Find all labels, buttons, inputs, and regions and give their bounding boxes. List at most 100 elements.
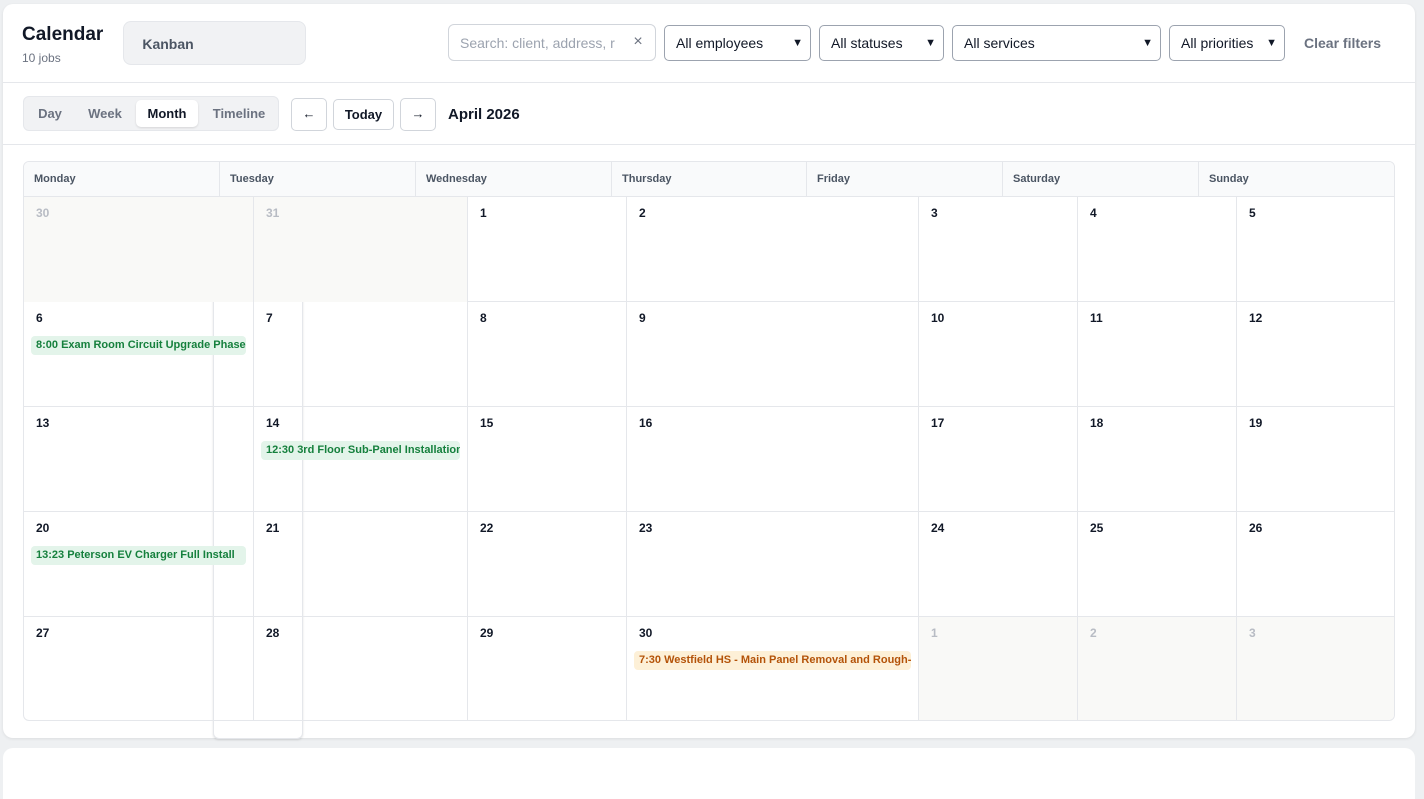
calendar-day-cell[interactable]: 2 (1078, 617, 1237, 720)
next-period-button[interactable]: → (400, 98, 436, 131)
calendar-day-cell[interactable]: 26 (1237, 512, 1394, 617)
day-number: 10 (931, 311, 945, 325)
day-number: 4 (1090, 206, 1097, 220)
calendar-panel: Calendar 10 jobs Kanban Calendar × All e… (3, 4, 1415, 739)
calendar-day-cell[interactable]: 27 (24, 617, 254, 720)
day-range-button[interactable]: Day (30, 100, 70, 127)
priority-filter-select[interactable]: All priorities ▼ (1169, 25, 1285, 61)
day-number: 13 (36, 416, 50, 430)
calendar-day-cell[interactable]: 19 (1237, 407, 1394, 512)
day-number: 23 (639, 521, 653, 535)
day-number: 2 (1090, 626, 1097, 640)
month-range-button[interactable]: Month (136, 100, 198, 127)
previous-period-button[interactable]: ← (291, 98, 327, 131)
week-range-button[interactable]: Week (79, 100, 131, 127)
timeline-range-button[interactable]: Timeline (204, 100, 274, 127)
calendar-day-cell[interactable]: 6 8:00 Exam Room Circuit Upgrade Phase 1 (24, 302, 254, 407)
search-input[interactable] (450, 26, 620, 59)
calendar-day-cell[interactable]: 8 (468, 302, 627, 407)
day-number: 5 (1249, 206, 1256, 220)
weekday-header: Monday (24, 162, 220, 197)
chevron-down-icon: ▼ (792, 37, 803, 49)
today-button[interactable]: Today (333, 99, 394, 130)
calendar-week-row: 6 8:00 Exam Room Circuit Upgrade Phase 1 7… (24, 302, 1394, 407)
calendar-day-cell[interactable]: 3 (1237, 617, 1394, 720)
calendar-day-cell[interactable]: 30 (24, 197, 254, 302)
calendar-day-cell[interactable]: 30 7:30 Westfield HS - Main Panel Removal… (627, 617, 919, 720)
calendar-week-row: 13 14 12:30 3rd Floor Sub-Panel Installati… (24, 407, 1394, 512)
job-count: 10 jobs (22, 51, 61, 65)
calendar-week-row: 20 13:23 Peterson EV Charger Full Install… (24, 512, 1394, 617)
chevron-down-icon: ▼ (925, 37, 936, 49)
status-filter-value: All statuses (831, 35, 903, 51)
calendar-day-cell[interactable]: 3 (919, 197, 1078, 302)
calendar-day-cell[interactable]: 15 (468, 407, 627, 512)
calendar-day-cell[interactable]: 1 (919, 617, 1078, 720)
calendar-day-cell[interactable]: 22 (468, 512, 627, 617)
weekday-header: Tuesday (220, 162, 416, 197)
day-number: 30 (639, 626, 653, 640)
calendar-day-cell[interactable]: 23 (627, 512, 919, 617)
day-number: 8 (480, 311, 487, 325)
calendar-day-cell[interactable]: 5 (1237, 197, 1394, 302)
calendar-event[interactable]: 7:30 Westfield HS - Main Panel Removal a… (634, 651, 911, 670)
service-filter-value: All services (964, 35, 1035, 51)
employee-filter-value: All employees (676, 35, 764, 51)
status-filter-select[interactable]: All statuses ▼ (819, 25, 944, 61)
day-number: 29 (480, 626, 494, 640)
calendar-day-cell[interactable]: 12 (1237, 302, 1394, 407)
calendar-day-cell[interactable]: 28 (254, 617, 468, 720)
calendar-day-cell[interactable]: 7 (254, 302, 468, 407)
calendar-day-cell[interactable]: 10 (919, 302, 1078, 407)
clear-search-icon[interactable]: × (629, 33, 647, 51)
calendar-day-cell[interactable]: 16 (627, 407, 919, 512)
service-filter-select[interactable]: All services ▼ (952, 25, 1161, 61)
page-title: Calendar (22, 24, 104, 45)
calendar-day-cell[interactable]: 21 (254, 512, 468, 617)
calendar-day-cell[interactable]: 24 (919, 512, 1078, 617)
clear-filters-button[interactable]: Clear filters (1304, 35, 1381, 51)
arrow-left-icon: ← (302, 106, 316, 121)
day-number: 31 (266, 206, 280, 220)
day-number: 6 (36, 311, 43, 325)
day-number: 25 (1090, 521, 1104, 535)
day-number: 15 (480, 416, 494, 430)
day-number: 24 (931, 521, 945, 535)
header-bar: Calendar 10 jobs Kanban Calendar × All e… (3, 4, 1415, 739)
calendar-day-cell[interactable]: 14 12:30 3rd Floor Sub-Panel Installation (254, 407, 468, 512)
day-number: 26 (1249, 521, 1263, 535)
calendar-event[interactable]: 12:30 3rd Floor Sub-Panel Installation (261, 441, 460, 460)
calendar-day-cell[interactable]: 11 (1078, 302, 1237, 407)
calendar-day-cell[interactable]: 13 (24, 407, 254, 512)
calendar-day-cell[interactable]: 17 (919, 407, 1078, 512)
calendar-day-cell[interactable]: 4 (1078, 197, 1237, 302)
arrow-right-icon: → (411, 106, 425, 121)
lower-panel (3, 748, 1415, 799)
calendar-toolbar: Day Week Month Timeline ← Today → April … (3, 83, 1415, 145)
chevron-down-icon: ▼ (1266, 37, 1277, 49)
search-box: × (448, 24, 656, 61)
day-number: 22 (480, 521, 494, 535)
calendar-day-cell[interactable]: 2 (627, 197, 919, 302)
employee-filter-select[interactable]: All employees ▼ (664, 25, 811, 61)
day-number: 11 (1090, 311, 1103, 325)
range-toggle: Day Week Month Timeline (23, 96, 279, 131)
calendar-day-cell[interactable]: 1 (468, 197, 627, 302)
day-number: 14 (266, 416, 280, 430)
weekday-header: Thursday (612, 162, 807, 197)
month-grid: Monday Tuesday Wednesday Thursday Friday Satu… (23, 161, 1395, 721)
current-period-label: April 2026 (448, 106, 520, 123)
calendar-day-cell[interactable]: 25 (1078, 512, 1237, 617)
calendar-day-cell[interactable]: 29 (468, 617, 627, 720)
day-number: 30 (36, 206, 50, 220)
calendar-day-cell[interactable]: 20 13:23 Peterson EV Charger Full Install (24, 512, 254, 617)
calendar-day-cell[interactable]: 9 (627, 302, 919, 407)
kanban-view-button[interactable]: Kanban (128, 26, 208, 62)
weekday-header: Wednesday (416, 162, 612, 197)
calendar-event[interactable]: 13:23 Peterson EV Charger Full Install (31, 546, 246, 565)
day-number: 3 (1249, 626, 1256, 640)
calendar-event[interactable]: 8:00 Exam Room Circuit Upgrade Phase 1 (31, 336, 246, 355)
day-number: 7 (266, 311, 273, 325)
calendar-day-cell[interactable]: 31 (254, 197, 468, 302)
calendar-day-cell[interactable]: 18 (1078, 407, 1237, 512)
